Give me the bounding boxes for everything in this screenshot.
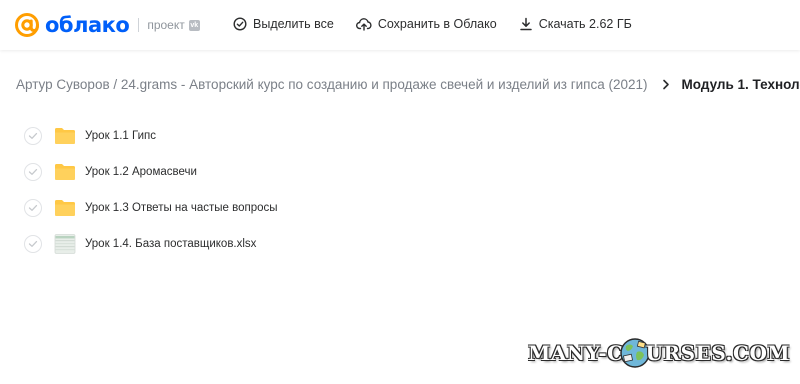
breadcrumb: Артур Суворов / 24.grams - Авторский кур… xyxy=(16,77,800,92)
download-label: Скачать 2.62 ГБ xyxy=(538,17,632,31)
top-bar: облако проект vk Выделить все Сохранить … xyxy=(0,0,800,50)
list-item[interactable]: Урок 1.2 Аромасвечи xyxy=(24,154,278,190)
checkmark-icon xyxy=(28,204,38,211)
check-circle-icon xyxy=(233,17,247,31)
site-watermark: MANY-C URSES.COM xyxy=(528,336,790,370)
watermark-text-left: MANY-C xyxy=(528,341,624,365)
select-all-label: Выделить все xyxy=(253,17,334,31)
folder-icon xyxy=(54,163,76,181)
project-label: проект xyxy=(147,18,185,32)
save-to-cloud-button[interactable]: Сохранить в Облако xyxy=(355,17,497,31)
watermark-text-right: URSES.COM xyxy=(645,341,790,365)
select-checkbox[interactable] xyxy=(24,199,42,217)
select-all-button[interactable]: Выделить все xyxy=(233,17,334,31)
select-checkbox[interactable] xyxy=(24,127,42,145)
chevron-right-icon xyxy=(662,79,670,90)
breadcrumb-current: Модуль 1. Технология xyxy=(681,77,800,92)
folder-icon xyxy=(54,127,76,145)
logo-divider xyxy=(138,18,140,32)
checkmark-icon xyxy=(28,132,38,139)
file-name: Урок 1.1 Гипс xyxy=(85,130,156,142)
logo-text: облако xyxy=(45,13,130,37)
file-name: Урок 1.2 Аромасвечи xyxy=(85,166,197,178)
file-name: Урок 1.3 Ответы на частые вопросы xyxy=(85,202,278,214)
checkmark-icon xyxy=(28,240,38,247)
folder-icon xyxy=(54,199,76,217)
toolbar-actions: Выделить все Сохранить в Облако Скачать … xyxy=(233,17,654,31)
select-checkbox[interactable] xyxy=(24,235,42,253)
list-item[interactable]: Урок 1.4. База поставщиков.xlsx xyxy=(24,226,278,262)
list-item[interactable]: Урок 1.3 Ответы на частые вопросы xyxy=(24,190,278,226)
at-logo-icon xyxy=(14,12,40,38)
list-item[interactable]: Урок 1.1 Гипс xyxy=(24,118,278,154)
save-to-cloud-label: Сохранить в Облако xyxy=(377,17,497,31)
breadcrumb-parent-link[interactable]: Артур Суворов / 24.grams - Авторский кур… xyxy=(16,77,648,92)
file-name: Урок 1.4. База поставщиков.xlsx xyxy=(85,238,257,250)
vk-badge: vk xyxy=(188,19,200,31)
download-button[interactable]: Скачать 2.62 ГБ xyxy=(519,17,632,31)
cloud-logo[interactable]: облако проект vk xyxy=(14,12,200,38)
cloud-upload-icon xyxy=(355,18,372,31)
select-checkbox[interactable] xyxy=(24,163,42,181)
checkmark-icon xyxy=(28,168,38,175)
download-icon xyxy=(519,17,532,31)
spreadsheet-thumbnail-icon xyxy=(54,234,76,254)
file-list: Урок 1.1 Гипс Урок 1.2 Аромасвечи Урок 1… xyxy=(24,118,278,262)
